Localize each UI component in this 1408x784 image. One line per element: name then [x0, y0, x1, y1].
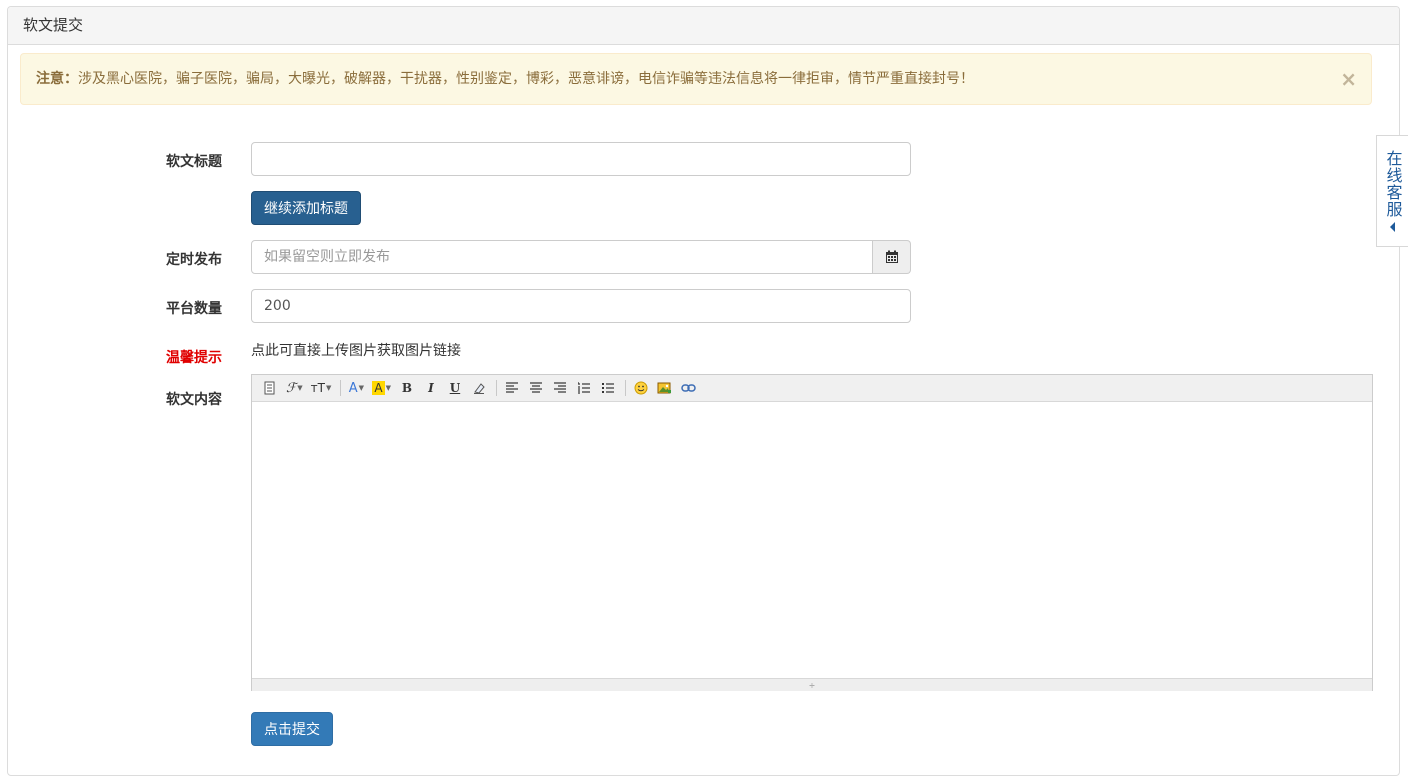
- emoticon-icon[interactable]: [631, 378, 651, 398]
- font-color-icon[interactable]: A ▼: [346, 378, 366, 398]
- resize-grip-icon: ÷: [808, 680, 816, 690]
- bold-icon[interactable]: B: [397, 378, 417, 398]
- upload-image-link[interactable]: 点此可直接上传图片获取图片链接: [251, 340, 461, 360]
- tip-label: 温馨提示: [166, 350, 222, 366]
- font-family-icon[interactable]: ℱ ▼: [284, 378, 305, 398]
- align-center-icon[interactable]: [526, 378, 546, 398]
- platform-label: 平台数量: [166, 301, 222, 317]
- align-right-icon[interactable]: [550, 378, 570, 398]
- toolbar-divider: [624, 380, 626, 396]
- eraser-icon[interactable]: [469, 378, 489, 398]
- close-icon[interactable]: ×: [1340, 54, 1357, 104]
- caret-left-icon: [1390, 222, 1395, 232]
- source-icon[interactable]: [260, 378, 280, 398]
- font-size-icon[interactable]: ᴛT ▼: [309, 378, 334, 398]
- title-input[interactable]: [251, 142, 911, 176]
- calendar-button[interactable]: [873, 240, 911, 274]
- title-label: 软文标题: [166, 154, 222, 170]
- calendar-icon: [885, 250, 898, 263]
- online-service-tab[interactable]: 在线客服: [1376, 135, 1408, 247]
- unordered-list-icon[interactable]: [598, 378, 618, 398]
- warning-alert: 注意：涉及黑心医院，骗子医院，骗局，大曝光，破解器，干扰器，性别鉴定，博彩，恶意…: [20, 53, 1372, 105]
- editor-toolbar: ℱ ▼ ᴛT ▼ A ▼ A ▼ B I U: [252, 375, 1372, 402]
- toolbar-divider: [340, 380, 342, 396]
- image-icon[interactable]: [655, 378, 675, 398]
- platform-count-input[interactable]: [251, 289, 911, 323]
- ordered-list-icon[interactable]: [574, 378, 594, 398]
- link-icon[interactable]: [679, 378, 699, 398]
- editor-resize-handle[interactable]: ÷: [252, 678, 1372, 691]
- align-left-icon[interactable]: [502, 378, 522, 398]
- online-service-label: 在线客服: [1383, 150, 1403, 218]
- alert-message: 涉及黑心医院，骗子医院，骗局，大曝光，破解器，干扰器，性别鉴定，博彩，恶意诽谤，…: [78, 71, 974, 87]
- schedule-input[interactable]: [251, 240, 873, 274]
- add-title-button[interactable]: 继续添加标题: [251, 191, 361, 225]
- schedule-input-group: [251, 240, 911, 274]
- panel-title: 软文提交: [8, 7, 1399, 45]
- content-label: 软文内容: [166, 392, 222, 408]
- submit-button[interactable]: 点击提交: [251, 712, 333, 746]
- highlight-color-icon[interactable]: A ▼: [370, 378, 393, 398]
- underline-icon[interactable]: U: [445, 378, 465, 398]
- alert-prefix: 注意：: [36, 71, 78, 87]
- toolbar-divider: [495, 380, 497, 396]
- italic-icon[interactable]: I: [421, 378, 441, 398]
- rich-text-editor: ℱ ▼ ᴛT ▼ A ▼ A ▼ B I U ÷: [251, 374, 1373, 691]
- editor-content-area[interactable]: [252, 402, 1372, 678]
- schedule-label: 定时发布: [166, 252, 222, 268]
